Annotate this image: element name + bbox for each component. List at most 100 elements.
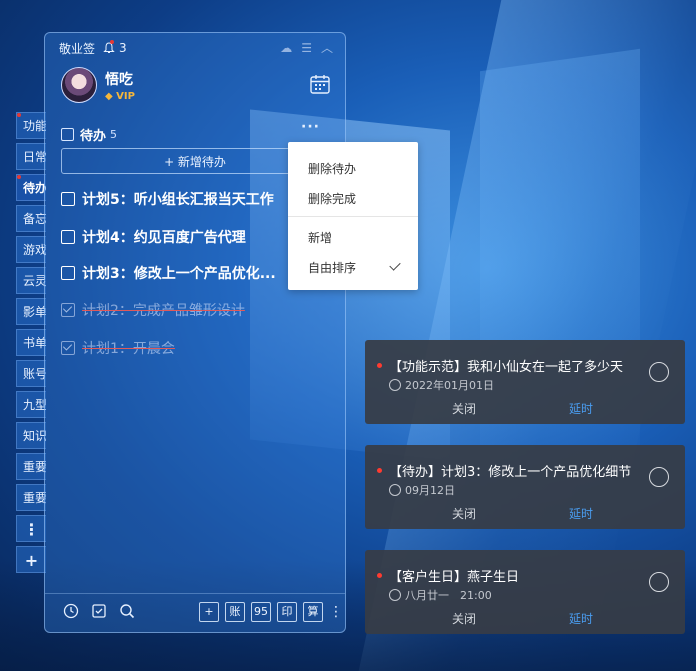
side-tab-8[interactable]: 账号	[16, 360, 46, 387]
close-button[interactable]: 关闭	[452, 505, 476, 522]
notification-date: 八月廿一 21:00	[405, 589, 492, 602]
notification-card: 【待办】计划3：修改上一个产品优化细节 09月12日 关闭 延时	[365, 445, 685, 529]
red-dot-icon	[377, 363, 382, 368]
side-tab-1[interactable]: 日常	[16, 143, 46, 170]
side-tab-10[interactable]: 知识	[16, 422, 46, 449]
panel-topbar: 敬业签 3 ☁ ☰ ︿	[59, 39, 333, 57]
more-tabs-button[interactable]: ⋮	[16, 515, 46, 542]
clock-icon	[389, 379, 401, 391]
vip-label: VIP	[116, 90, 135, 102]
side-tab-7[interactable]: 书单	[16, 329, 46, 356]
notification-date: 09月12日	[405, 484, 455, 497]
side-tab-label: 重要	[23, 491, 46, 505]
side-tab-6[interactable]: 影单	[16, 298, 46, 325]
clock-icon[interactable]	[63, 603, 79, 619]
bell-icon	[103, 42, 115, 53]
close-button[interactable]: 关闭	[452, 400, 476, 417]
side-tab-label: 功能	[23, 119, 46, 133]
avatar[interactable]	[61, 67, 97, 103]
complete-circle-button[interactable]	[649, 572, 669, 592]
user-name: 悟吃	[105, 71, 133, 88]
unread-dot	[110, 40, 115, 44]
task-text: 计划4：约见百度广告代理	[82, 230, 246, 246]
side-tab-11[interactable]: 重要	[16, 453, 46, 480]
complete-circle-button[interactable]	[649, 467, 669, 487]
menu-divider	[288, 216, 418, 217]
notification-time: 2022年01月01日	[389, 377, 494, 393]
complete-circle-button[interactable]	[649, 362, 669, 382]
notification-card: 【功能示范】我和小仙女在一起了多少天 2022年01月01日 关闭 延时	[365, 340, 685, 424]
menu-item-new[interactable]: 新增	[308, 229, 332, 246]
side-tab-0[interactable]: 功能	[16, 112, 46, 139]
section-header: 待办 5 ···	[61, 119, 319, 144]
more-options-button[interactable]: ···	[301, 119, 320, 135]
side-tab-4[interactable]: 游戏	[16, 236, 46, 263]
task-checkbox[interactable]	[61, 303, 75, 317]
search-icon[interactable]	[119, 603, 135, 619]
context-menu: 删除待办 删除完成 新增 自由排序	[288, 142, 418, 290]
task-text: 计划3：修改上一个产品优化...	[82, 266, 276, 282]
side-tab-9[interactable]: 九型	[16, 391, 46, 418]
notification-title: 【客户生日】燕子生日	[389, 570, 520, 585]
task-item[interactable]: 计划3：修改上一个产品优化...	[61, 262, 301, 284]
account-button[interactable]: 账	[225, 602, 245, 622]
notification-bell[interactable]: 3	[103, 40, 127, 55]
task-checkbox[interactable]	[61, 230, 75, 244]
side-tab-12[interactable]: 重要	[16, 484, 46, 511]
side-tab-label: 书单	[23, 336, 46, 350]
side-tab-label: 备忘	[23, 212, 46, 226]
notification-title: 【功能示范】我和小仙女在一起了多少天	[389, 360, 624, 375]
task-checkbox[interactable]	[61, 341, 75, 355]
user-profile[interactable]: 悟吃 ◆ VIP	[61, 67, 135, 103]
side-tab-2[interactable]: 待办	[16, 174, 46, 201]
side-tab-label: 影单	[23, 305, 46, 319]
todo-icon	[61, 128, 74, 141]
task-item-done[interactable]: 计划2：完成产品雏形设计	[61, 299, 301, 321]
menu-item-delete-done[interactable]: 删除完成	[308, 190, 356, 207]
side-tab-label: 云灵	[23, 274, 46, 288]
section-count: 5	[110, 128, 118, 141]
score-button[interactable]: 95	[251, 602, 271, 622]
menu-item-free-sort[interactable]: 自由排序	[308, 259, 356, 276]
side-tab-3[interactable]: 备忘	[16, 205, 46, 232]
notification-time: 八月廿一 21:00	[389, 587, 492, 603]
repeat-icon	[389, 589, 401, 601]
section-title: 待办	[80, 129, 107, 144]
side-tab-label: 待办	[23, 181, 46, 195]
task-item[interactable]: 计划5：听小组长汇报当天工作	[61, 188, 301, 210]
calendar-icon[interactable]	[309, 73, 331, 95]
menu-item-delete-todo[interactable]: 删除待办	[308, 160, 356, 177]
collapse-icon[interactable]: ︿	[321, 42, 333, 54]
red-dot-icon	[377, 468, 382, 473]
snooze-button[interactable]: 延时	[569, 400, 593, 417]
calculate-button[interactable]: 算	[303, 602, 323, 622]
notification-date: 2022年01月01日	[405, 379, 494, 392]
task-text: 计划1：开晨会	[82, 341, 175, 357]
task-item-done[interactable]: 计划1：开晨会	[61, 337, 301, 359]
diamond-icon: ◆	[105, 90, 117, 102]
side-tab-5[interactable]: 云灵	[16, 267, 46, 294]
snooze-button[interactable]: 延时	[569, 610, 593, 627]
task-checkbox[interactable]	[61, 192, 75, 206]
checkmark-icon	[389, 259, 401, 271]
memo-panel: 敬业签 3 ☁ ☰ ︿ 悟吃 ◆ VIP 待办 5 ··· + 新增待办 计划5…	[44, 32, 346, 633]
more-vertical-icon[interactable]: ⋮	[329, 604, 343, 620]
checkbox-icon[interactable]	[91, 603, 107, 619]
task-checkbox[interactable]	[61, 266, 75, 280]
task-text: 计划2：完成产品雏形设计	[82, 303, 245, 319]
task-text: 计划5：听小组长汇报当天工作	[82, 192, 274, 208]
task-item[interactable]: 计划4：约见百度广告代理	[61, 226, 301, 248]
snooze-button[interactable]: 延时	[569, 505, 593, 522]
bell-count: 3	[119, 41, 127, 55]
close-button[interactable]: 关闭	[452, 610, 476, 627]
panel-toolbar: + 账 95 印 算 ⋮	[45, 593, 345, 632]
unread-dot	[17, 113, 21, 117]
clock-icon	[389, 484, 401, 496]
side-tab-label: 九型	[23, 398, 46, 412]
red-dot-icon	[377, 573, 382, 578]
add-tab-button[interactable]: +	[16, 546, 46, 573]
cloud-sync-icon[interactable]: ☁	[280, 42, 292, 54]
add-button[interactable]: +	[199, 602, 219, 622]
menu-icon[interactable]: ☰	[301, 42, 312, 54]
print-button[interactable]: 印	[277, 602, 297, 622]
